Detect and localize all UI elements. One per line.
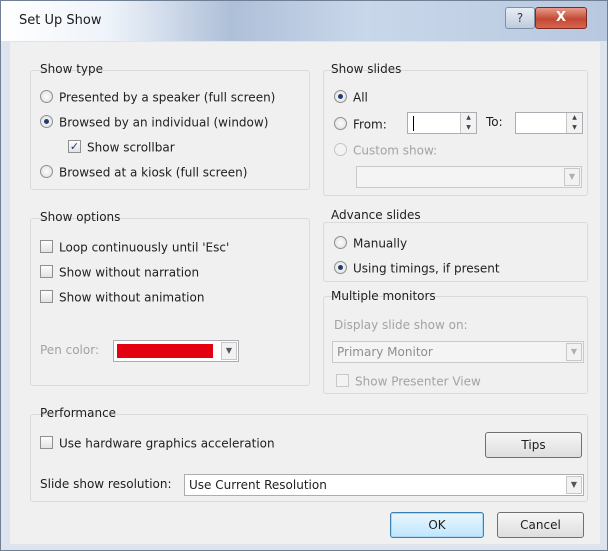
dialog-client-area: Show type Presented by a speaker (full s… (10, 42, 600, 544)
custom-show-dropdown[interactable]: ▼ (356, 166, 582, 188)
monitor-value: Primary Monitor (337, 345, 433, 359)
custom-show-label: Custom show: (353, 143, 438, 158)
radio-kiosk-label: Browsed at a kiosk (full screen) (59, 165, 248, 180)
spin-up-icon[interactable]: ▲ (461, 113, 476, 123)
close-button[interactable]: X (535, 7, 587, 29)
monitor-dropdown[interactable]: Primary Monitor ▼ (332, 341, 584, 363)
spin-up-icon[interactable]: ▲ (567, 113, 582, 123)
from-slide-input[interactable]: ▲ ▼ (407, 112, 477, 134)
from-label: From: (353, 117, 387, 132)
multiple-monitors-title: Multiple monitors (331, 289, 436, 303)
checkbox-icon (40, 265, 53, 278)
checkbox-without-animation[interactable]: Show without animation (40, 288, 204, 306)
to-slide-input[interactable]: ▲ ▼ (515, 112, 583, 134)
chevron-down-icon[interactable]: ▼ (566, 476, 582, 494)
text-caret (413, 116, 414, 131)
checkbox-hardware-acceleration[interactable]: Use hardware graphics acceleration (40, 434, 275, 452)
checkbox-show-scrollbar[interactable]: ✓ Show scrollbar (68, 138, 175, 156)
radio-selected-icon (334, 90, 347, 103)
to-label: To: (486, 115, 503, 129)
radio-icon (334, 117, 347, 130)
chevron-down-icon[interactable]: ▼ (566, 343, 582, 361)
spin-down-icon[interactable]: ▼ (461, 123, 476, 133)
radio-icon (40, 90, 53, 103)
performance-title: Performance (40, 406, 117, 420)
tips-button[interactable]: Tips (485, 432, 582, 458)
help-button[interactable]: ? (505, 7, 535, 29)
loop-label: Loop continuously until 'Esc' (59, 240, 230, 255)
ok-button[interactable]: OK (390, 512, 484, 538)
pen-color-picker[interactable]: ▼ (113, 340, 239, 362)
spin-down-icon[interactable]: ▼ (567, 123, 582, 133)
checkbox-loop-continuously[interactable]: Loop continuously until 'Esc' (40, 238, 229, 256)
radio-browsed-individual-label: Browsed by an individual (window) (59, 115, 269, 130)
radio-presented-by-speaker[interactable]: Presented by a speaker (full screen) (40, 88, 275, 106)
checkbox-presenter-view[interactable]: Show Presenter View (336, 372, 481, 390)
show-scrollbar-label: Show scrollbar (87, 140, 175, 155)
dialog-title: Set Up Show (19, 13, 102, 28)
radio-from-slides[interactable]: From: (334, 115, 387, 133)
show-slides-title: Show slides (331, 62, 402, 76)
checkmark-icon: ✓ (68, 140, 81, 153)
pen-color-swatch (117, 344, 213, 358)
radio-manually[interactable]: Manually (334, 234, 407, 252)
manually-label: Manually (353, 236, 408, 251)
cancel-button[interactable]: Cancel (497, 512, 584, 538)
radio-using-timings[interactable]: Using timings, if present (334, 259, 500, 277)
checkbox-without-narration[interactable]: Show without narration (40, 263, 199, 281)
chevron-down-icon[interactable]: ▼ (221, 342, 237, 360)
title-bar[interactable]: Set Up Show ? X (1, 1, 607, 41)
resolution-dropdown[interactable]: Use Current Resolution ▼ (184, 474, 584, 496)
radio-disabled-icon (334, 143, 347, 156)
advance-slides-title: Advance slides (331, 208, 421, 222)
radio-browsed-at-kiosk[interactable]: Browsed at a kiosk (full screen) (40, 163, 247, 181)
chevron-down-icon[interactable]: ▼ (564, 168, 580, 186)
checkbox-icon (40, 240, 53, 253)
hardware-acceleration-label: Use hardware graphics acceleration (59, 436, 275, 451)
radio-custom-show[interactable]: Custom show: (334, 141, 437, 159)
set-up-show-dialog: Set Up Show ? X Show type Presented by a… (0, 0, 608, 551)
radio-icon (334, 236, 347, 249)
checkbox-icon (40, 436, 53, 449)
presenter-view-label: Show Presenter View (355, 374, 481, 389)
checkbox-disabled-icon (336, 374, 349, 387)
radio-browsed-by-individual[interactable]: Browsed by an individual (window) (40, 113, 268, 131)
all-slides-label: All (353, 90, 368, 105)
radio-presented-label: Presented by a speaker (full screen) (59, 90, 276, 105)
radio-selected-icon (40, 115, 53, 128)
to-spinner[interactable]: ▲ ▼ (566, 113, 582, 133)
without-narration-label: Show without narration (59, 265, 200, 280)
from-spinner[interactable]: ▲ ▼ (460, 113, 476, 133)
radio-selected-icon (334, 261, 347, 274)
display-slide-show-on-label: Display slide show on: (334, 318, 468, 332)
slide-show-resolution-label: Slide show resolution: (40, 477, 172, 491)
using-timings-label: Using timings, if present (353, 261, 500, 276)
show-options-title: Show options (40, 210, 121, 224)
without-animation-label: Show without animation (59, 290, 205, 305)
show-type-title: Show type (40, 62, 103, 76)
pen-color-label: Pen color: (40, 343, 99, 357)
radio-icon (40, 165, 53, 178)
radio-all-slides[interactable]: All (334, 88, 368, 106)
checkbox-icon (40, 290, 53, 303)
resolution-value: Use Current Resolution (189, 478, 327, 492)
